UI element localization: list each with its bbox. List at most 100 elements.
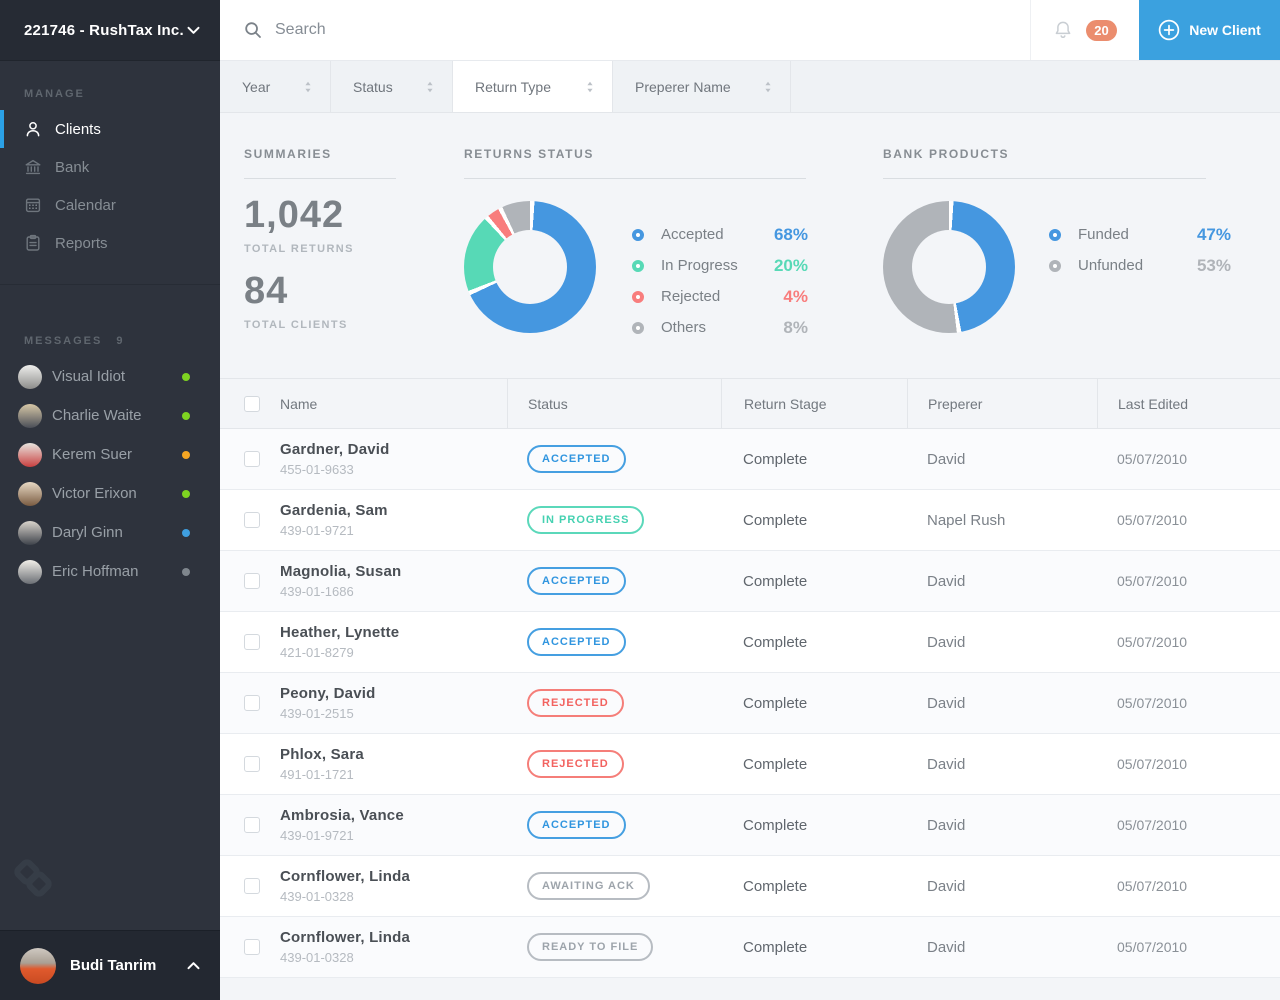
total-clients-value: 84	[244, 270, 464, 313]
status-badge: IN PROGRESS	[527, 506, 644, 534]
table-row[interactable]: Cornflower, Linda 439-01-0328 AWAITING AC…	[220, 856, 1280, 917]
last-edited: 05/07/2010	[1117, 817, 1187, 833]
client-ssn: 439-01-0328	[280, 889, 354, 904]
table-row[interactable]: Gardenia, Sam439-01-9721 IN PROGRESS Com…	[220, 490, 1280, 551]
total-returns-label: TOTAL RETURNS	[244, 243, 464, 255]
chevron-down-icon	[187, 26, 200, 35]
avatar	[18, 443, 42, 467]
message-item[interactable]: Visual Idiot	[0, 357, 220, 396]
column-header-return-stage[interactable]: Return Stage	[721, 379, 907, 428]
sidebar-item-reports[interactable]: Reports	[0, 224, 220, 262]
returns-status-title: RETURNS STATUS	[464, 147, 883, 161]
user-menu[interactable]: Budi Tanrim	[0, 930, 220, 1000]
row-checkbox[interactable]	[244, 817, 260, 833]
legend-item: Funded 47%	[1049, 219, 1231, 250]
client-name: Magnolia, Susan	[280, 563, 401, 580]
manage-label: MANAGE	[0, 88, 220, 100]
column-header-status[interactable]: Status	[507, 379, 721, 428]
table-row[interactable]: Gardner, David455-01-9633 ACCEPTED Compl…	[220, 429, 1280, 490]
row-checkbox[interactable]	[244, 573, 260, 589]
sidebar-item-label: Reports	[55, 235, 108, 252]
row-checkbox[interactable]	[244, 634, 260, 650]
search-input[interactable]	[275, 21, 1030, 39]
client-name: Cornflower, Linda	[280, 868, 410, 885]
preperer: David	[927, 756, 965, 773]
current-user-name: Budi Tanrim	[70, 957, 187, 974]
filter-label: Preperer Name	[635, 79, 731, 95]
filter-status[interactable]: Status	[331, 61, 453, 112]
client-ssn: 439-01-0328	[280, 950, 354, 965]
filter-return-type[interactable]: Return Type	[453, 61, 613, 112]
new-client-button[interactable]: New Client	[1139, 0, 1280, 60]
app-logo	[16, 858, 64, 908]
filter-year[interactable]: Year	[220, 61, 331, 112]
table-row[interactable]: Ambrosia, Vance439-01-9721 ACCEPTED Comp…	[220, 795, 1280, 856]
bank-icon	[24, 158, 42, 176]
status-badge: ACCEPTED	[527, 567, 626, 595]
legend-value: 68%	[774, 225, 808, 245]
legend-value: 53%	[1197, 256, 1231, 276]
legend-value: 8%	[783, 318, 808, 338]
select-all-checkbox[interactable]	[244, 396, 260, 412]
legend-ring-icon	[632, 322, 644, 334]
sidebar-item-bank[interactable]: Bank	[0, 148, 220, 186]
table-row[interactable]: Peony, David439-01-2515 REJECTED Complet…	[220, 673, 1280, 734]
topbar: 20 New Client	[220, 0, 1280, 61]
row-checkbox[interactable]	[244, 756, 260, 772]
table-row[interactable]: Magnolia, Susan439-01-1686 ACCEPTED Comp…	[220, 551, 1280, 612]
status-dot	[182, 451, 190, 459]
row-checkbox[interactable]	[244, 512, 260, 528]
message-user-name: Victor Erixon	[52, 485, 182, 502]
summaries-title: SUMMARIES	[244, 147, 464, 161]
donut-hole	[493, 230, 567, 304]
client-name: Gardner, David	[280, 441, 390, 458]
notifications-button[interactable]: 20	[1030, 0, 1139, 60]
message-item[interactable]: Eric Hoffman	[0, 552, 220, 591]
sidebar-item-label: Clients	[55, 121, 101, 138]
legend-ring-icon	[1049, 229, 1061, 241]
message-item[interactable]: Charlie Waite	[0, 396, 220, 435]
avatar	[18, 404, 42, 428]
chevron-up-icon	[187, 961, 200, 970]
status-badge: ACCEPTED	[527, 811, 626, 839]
row-checkbox[interactable]	[244, 451, 260, 467]
client-name: Peony, David	[280, 685, 375, 702]
table-row[interactable]: Phlox, Sara491-01-1721 REJECTED Complete…	[220, 734, 1280, 795]
notification-count-badge: 20	[1086, 20, 1117, 41]
divider	[244, 178, 396, 179]
column-header-preperer[interactable]: Preperer	[907, 379, 1097, 428]
row-checkbox[interactable]	[244, 878, 260, 894]
preperer: David	[927, 573, 965, 590]
messages-label-text: MESSAGES	[24, 335, 102, 347]
client-ssn: 439-01-9721	[280, 828, 354, 843]
table-row[interactable]: Heather, Lynette421-01-8279 ACCEPTED Com…	[220, 612, 1280, 673]
row-checkbox[interactable]	[244, 695, 260, 711]
filter-preperer-name[interactable]: Preperer Name	[613, 61, 791, 112]
status-badge: AWAITING ACK	[527, 872, 650, 900]
sidebar-item-clients[interactable]: Clients	[0, 110, 220, 148]
client-ssn: 491-01-1721	[280, 767, 354, 782]
last-edited: 05/07/2010	[1117, 573, 1187, 589]
row-checkbox[interactable]	[244, 939, 260, 955]
sidebar-item-calendar[interactable]: Calendar	[0, 186, 220, 224]
column-header-last-edited[interactable]: Last Edited	[1097, 379, 1280, 428]
legend-item: Accepted 68%	[632, 219, 808, 250]
message-item[interactable]: Victor Erixon	[0, 474, 220, 513]
client-name: Gardenia, Sam	[280, 502, 388, 519]
preperer: David	[927, 817, 965, 834]
status-badge: READY TO FILE	[527, 933, 653, 961]
avatar	[18, 365, 42, 389]
message-item[interactable]: Daryl Ginn	[0, 513, 220, 552]
status-dot	[182, 529, 190, 537]
client-name: Ambrosia, Vance	[280, 807, 404, 824]
summary-section: SUMMARIES 1,042 TOTAL RETURNS 84 TOTAL C…	[220, 113, 1280, 378]
org-switcher[interactable]: 221746 - RushTax Inc.	[0, 0, 220, 61]
column-header-name[interactable]: Name	[280, 379, 507, 428]
legend-label: In Progress	[661, 257, 774, 274]
table-row[interactable]: Cornflower, Linda 439-01-0328 READY TO FI…	[220, 917, 1280, 978]
sort-arrows-icon	[764, 81, 772, 93]
client-name: Cornflower, Linda	[280, 929, 410, 946]
legend-ring-icon	[632, 229, 644, 241]
message-item[interactable]: Kerem Suer	[0, 435, 220, 474]
returns-status-donut-chart	[464, 201, 596, 333]
